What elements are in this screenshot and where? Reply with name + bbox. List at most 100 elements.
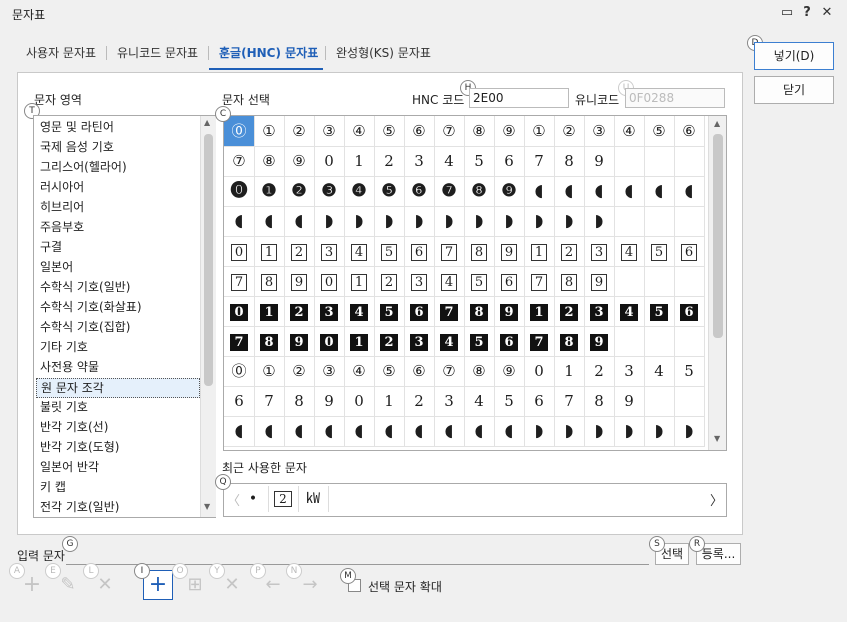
char-cell[interactable]: 5 — [374, 296, 405, 327]
char-cell[interactable]: ⑦ — [434, 356, 465, 387]
tab-hnc-charmap[interactable]: 훈글(HNC) 문자표 — [219, 44, 318, 61]
char-cell[interactable]: ⑦ — [434, 116, 465, 147]
char-cell[interactable] — [674, 386, 705, 417]
char-cell[interactable]: ❾ — [494, 176, 525, 207]
char-cell[interactable]: ⑥ — [674, 116, 705, 147]
char-cell[interactable]: 3 — [614, 356, 645, 387]
char-cell[interactable]: 2 — [554, 236, 585, 267]
char-cell[interactable]: 4 — [344, 296, 375, 327]
char-cell[interactable]: 1 — [344, 266, 375, 297]
char-cell[interactable]: ◗ — [344, 206, 375, 237]
char-cell[interactable]: ⑦ — [224, 146, 255, 177]
char-cell[interactable]: 3 — [434, 386, 465, 417]
char-cell[interactable]: 6 — [494, 146, 525, 177]
char-cell[interactable]: 6 — [674, 296, 705, 327]
char-cell[interactable] — [614, 326, 645, 357]
char-cell[interactable]: 7 — [554, 386, 585, 417]
char-cell[interactable]: ◖ — [254, 206, 285, 237]
char-cell[interactable]: 7 — [434, 236, 465, 267]
char-cell[interactable]: 3 — [314, 296, 345, 327]
char-cell[interactable]: 7 — [524, 326, 555, 357]
char-cell[interactable]: 8 — [254, 266, 285, 297]
char-cell[interactable]: ◖ — [284, 206, 315, 237]
char-cell[interactable]: 1 — [344, 326, 375, 357]
area-list-item[interactable]: 원 문자 조각 — [36, 378, 200, 398]
char-cell[interactable]: ② — [284, 356, 315, 387]
char-cell[interactable]: ② — [554, 116, 585, 147]
char-cell[interactable]: ③ — [314, 116, 345, 147]
char-cell[interactable]: ◗ — [464, 206, 495, 237]
char-cell[interactable]: 8 — [254, 326, 285, 357]
char-cell[interactable]: ❷ — [284, 176, 315, 207]
char-cell[interactable]: 0 — [314, 326, 345, 357]
scrollbar-thumb[interactable] — [713, 134, 723, 338]
char-cell[interactable]: ◖ — [434, 416, 465, 447]
char-cell[interactable] — [644, 146, 675, 177]
char-cell[interactable]: ◖ — [584, 176, 615, 207]
area-list-item[interactable]: 국제 음성 기호 — [40, 138, 198, 156]
help-icon[interactable]: ? — [798, 4, 816, 22]
char-cell[interactable]: 6 — [674, 236, 705, 267]
char-cell[interactable]: ◗ — [614, 416, 645, 447]
char-cell[interactable]: ◗ — [494, 206, 525, 237]
char-cell[interactable]: ◖ — [524, 176, 555, 207]
char-cell[interactable]: ⓪ — [224, 116, 255, 147]
char-cell[interactable]: 0 — [224, 296, 255, 327]
char-cell[interactable]: 9 — [584, 326, 615, 357]
char-cell[interactable]: 9 — [584, 146, 615, 177]
area-list-item[interactable]: 구결 — [40, 238, 198, 256]
char-cell[interactable]: ◗ — [554, 206, 585, 237]
area-list[interactable]: 영문 및 라틴어 국제 음성 기호 그리스어(헬라어) 러시아어 히브리어 주음부호 구결 일… — [33, 115, 216, 518]
char-cell[interactable]: 6 — [494, 326, 525, 357]
hnc-code-input[interactable]: 2E00 — [469, 88, 569, 108]
close-button[interactable]: 닫기 — [754, 76, 834, 104]
char-cell[interactable]: 2 — [584, 356, 615, 387]
char-cell[interactable]: 8 — [554, 266, 585, 297]
area-list-item[interactable]: 반각 기호(도형) — [40, 438, 198, 456]
scroll-down-icon[interactable]: ▼ — [204, 502, 210, 511]
scroll-up-icon[interactable]: ▲ — [204, 118, 210, 127]
char-cell[interactable]: ◖ — [644, 176, 675, 207]
char-cell[interactable]: ◖ — [554, 176, 585, 207]
char-cell[interactable]: 7 — [254, 386, 285, 417]
char-cell[interactable]: ⑧ — [464, 356, 495, 387]
area-list-item[interactable]: 그리스어(헬라어) — [40, 158, 198, 176]
char-cell[interactable]: ◖ — [344, 416, 375, 447]
char-cell[interactable]: ◖ — [404, 416, 435, 447]
char-cell[interactable] — [644, 386, 675, 417]
char-cell[interactable]: 5 — [464, 326, 495, 357]
char-cell[interactable]: ◖ — [494, 416, 525, 447]
char-cell[interactable]: 5 — [374, 236, 405, 267]
char-cell[interactable]: ◗ — [674, 416, 705, 447]
char-cell[interactable]: ④ — [344, 116, 375, 147]
char-cell[interactable] — [674, 266, 705, 297]
char-cell[interactable]: 4 — [344, 236, 375, 267]
char-cell[interactable]: ◗ — [584, 416, 615, 447]
char-cell[interactable] — [674, 206, 705, 237]
char-cell[interactable]: ① — [254, 356, 285, 387]
char-cell[interactable]: 2 — [284, 236, 315, 267]
char-cell[interactable]: 0 — [524, 356, 555, 387]
insert-button[interactable]: 넣기(D) — [754, 42, 834, 70]
char-cell[interactable]: 0 — [314, 266, 345, 297]
char-cell[interactable]: 4 — [644, 356, 675, 387]
char-cell[interactable]: 8 — [284, 386, 315, 417]
area-list-item[interactable]: 반각 기호(선) — [40, 418, 198, 436]
tab-ks-charmap[interactable]: 완성형(KS) 문자표 — [336, 44, 431, 61]
char-cell[interactable]: ① — [524, 116, 555, 147]
char-cell[interactable]: 5 — [464, 146, 495, 177]
char-cell[interactable]: 5 — [644, 296, 675, 327]
char-cell[interactable]: ❻ — [404, 176, 435, 207]
char-cell[interactable]: 9 — [314, 386, 345, 417]
char-cell[interactable]: 3 — [584, 236, 615, 267]
char-cell[interactable]: ⑥ — [404, 116, 435, 147]
char-cell[interactable]: 8 — [554, 326, 585, 357]
recent-char[interactable]: 2 — [268, 486, 299, 512]
char-cell[interactable]: 1 — [374, 386, 405, 417]
char-cell[interactable]: ◗ — [404, 206, 435, 237]
char-cell[interactable]: 4 — [434, 146, 465, 177]
area-list-scrollbar[interactable]: ▲ ▼ — [200, 116, 216, 517]
area-list-item[interactable]: 전각 기호(일반) — [40, 498, 198, 516]
area-list-item[interactable]: 수학식 기호(화살표) — [40, 298, 198, 316]
recent-char[interactable]: • — [238, 486, 269, 512]
